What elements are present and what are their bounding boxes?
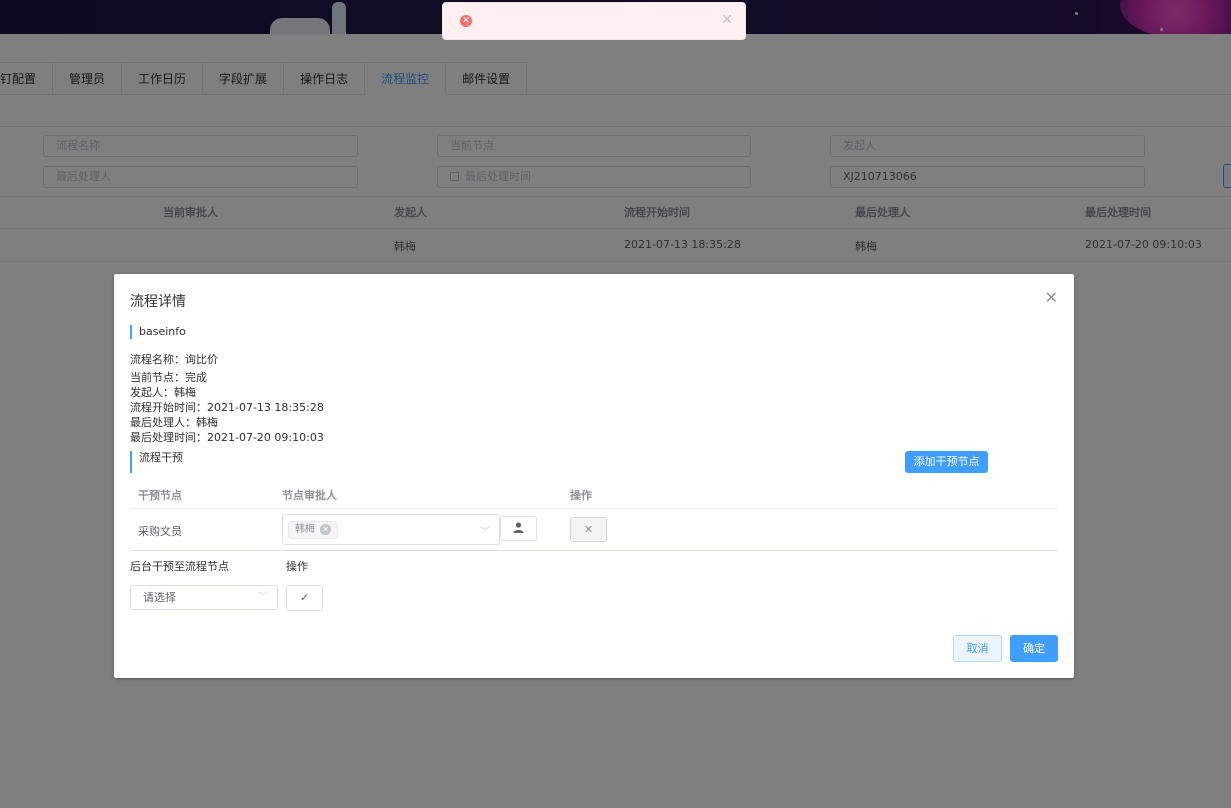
user-icon [513, 522, 524, 533]
approver-tag-label: 韩梅 [295, 524, 315, 535]
tag-close-icon[interactable]: ✕ [320, 524, 331, 535]
select-user-button[interactable] [500, 516, 537, 541]
approver-select[interactable]: 韩梅 ✕ ﹀ [282, 514, 500, 545]
grid-divider [130, 508, 1058, 509]
confirm-intervene-button[interactable]: ✓ [286, 585, 323, 611]
info-initiator: 发起人：韩梅 [130, 386, 196, 399]
process-detail-dialog: 流程详情 ✕ baseinfo 流程名称：询比价 当前节点：完成 发起人：韩梅 … [114, 274, 1074, 678]
check-icon: ✓ [299, 591, 310, 604]
cancel-button[interactable]: 取消 [953, 635, 1002, 662]
section-title-intervene: 流程干预 [130, 451, 183, 473]
chevron-down-icon: ﹀ [480, 527, 490, 538]
error-message-toast: ✕ ✕ [442, 2, 746, 40]
backend-operation-label: 操作 [286, 560, 308, 573]
backend-intervene-label: 后台干预至流程节点 [130, 560, 229, 573]
node-select[interactable]: 请选择 ﹀ [130, 585, 278, 610]
close-icon[interactable]: ✕ [1045, 289, 1058, 307]
grid-header-node: 干预节点 [138, 489, 182, 502]
grid-cell-node: 采购文员 [138, 525, 182, 538]
error-circle-icon: ✕ [460, 15, 472, 27]
info-last-handle-time: 最后处理时间：2021-07-20 09:10:03 [130, 431, 324, 444]
node-select-placeholder: 请选择 [143, 591, 176, 604]
info-process-name: 流程名称：询比价 [130, 353, 218, 366]
add-intervene-node-button[interactable]: 添加干预节点 [905, 451, 988, 473]
grid-divider [130, 550, 1058, 551]
info-current-node: 当前节点：完成 [130, 371, 207, 384]
delete-row-button[interactable]: ✕ [570, 517, 607, 542]
grid-header-operation: 操作 [570, 489, 592, 502]
confirm-button[interactable]: 确定 [1010, 635, 1058, 662]
info-last-handler: 最后处理人：韩梅 [130, 416, 218, 429]
approver-tag: 韩梅 ✕ [288, 521, 338, 539]
info-start-time: 流程开始时间：2021-07-13 18:35:28 [130, 401, 324, 414]
close-icon[interactable]: ✕ [721, 12, 733, 28]
dialog-title: 流程详情 [130, 294, 186, 310]
chevron-down-icon: ﹀ [258, 592, 268, 603]
grid-header-approver: 节点审批人 [282, 489, 337, 502]
section-title-baseinfo: baseinfo [130, 325, 186, 339]
